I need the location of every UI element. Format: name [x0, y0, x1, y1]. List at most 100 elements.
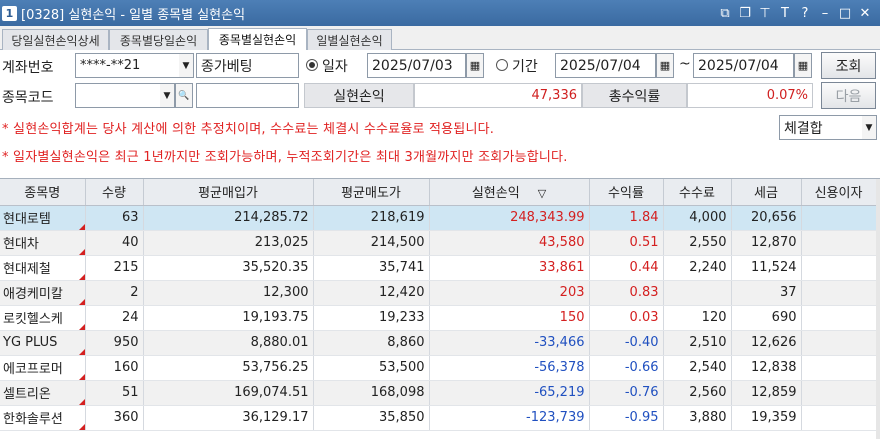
stock-search-button[interactable]: 🔍	[175, 83, 193, 108]
cell-credit-interest	[801, 255, 877, 281]
cell-avg-buy: 12,300	[143, 280, 314, 306]
cell-avg-sell: 168,098	[313, 380, 430, 406]
col-header-qty[interactable]: 수량	[85, 179, 144, 206]
table-row[interactable]: 현대로템 63 214,285.72 218,619 248,343.99 1.84 4,0…	[0, 205, 877, 231]
pin-icon[interactable]: ⊤	[758, 6, 772, 21]
period-from-input[interactable]: 2025/07/04	[555, 53, 656, 78]
table-row[interactable]: 애경케미칼 2 12,300 12,420 203 0.83 37	[0, 280, 877, 306]
account-number-input[interactable]: ****-**21	[75, 53, 180, 78]
period-to-input[interactable]: 2025/07/04	[693, 53, 794, 78]
cell-realized-pnl: -56,378	[429, 355, 590, 381]
sort-descending-icon[interactable]: ▽	[538, 187, 546, 200]
date-radio-label: 일자	[322, 59, 348, 75]
filter-dropdown-button[interactable]: ▼	[862, 115, 877, 140]
table-row[interactable]: 셀트리온 51 169,074.51 168,098 -65,219 -0.76 2,560…	[0, 380, 877, 406]
cell-qty: 63	[85, 205, 144, 231]
stock-name-text: 현대제철	[3, 262, 51, 277]
stock-name-text: 애경케미칼	[3, 287, 63, 302]
stock-name-text: 현대로템	[3, 212, 51, 227]
cell-return: -0.40	[589, 330, 664, 356]
cell-return: 1.84	[589, 205, 664, 231]
cell-credit-interest	[801, 205, 877, 231]
cell-tax: 12,838	[731, 355, 802, 381]
table-row[interactable]: 에코프로머 160 53,756.25 53,500 -56,378 -0.66 2,540…	[0, 355, 877, 381]
col-header-realized-pnl[interactable]: 실현손익 ▽	[429, 179, 590, 206]
period-radio-label: 기간	[512, 59, 538, 75]
next-button[interactable]: 다음	[821, 82, 876, 109]
cell-credit-interest	[801, 405, 877, 431]
table-row[interactable]: YG PLUS 950 8,880.01 8,860 -33,466 -0.40 2,510…	[0, 330, 877, 356]
note-marker-icon	[78, 248, 84, 254]
cell-avg-sell: 218,619	[313, 205, 430, 231]
stock-name-text: 한화솔루션	[3, 412, 63, 427]
window-number-badge: 1	[2, 5, 17, 21]
note-marker-icon	[78, 348, 84, 354]
date-calendar-button[interactable]: ▦	[466, 53, 484, 78]
cell-avg-buy: 8,880.01	[143, 330, 314, 356]
account-dropdown-button[interactable]: ▼	[179, 53, 194, 78]
cell-qty: 51	[85, 380, 144, 406]
cell-fee: 4,000	[663, 205, 732, 231]
cell-qty: 40	[85, 230, 144, 256]
col-header-name[interactable]: 종목명	[0, 179, 86, 206]
stock-code-input[interactable]	[75, 83, 161, 108]
cell-return: 0.44	[589, 255, 664, 281]
stock-name-field	[196, 83, 299, 108]
period-radio[interactable]	[496, 59, 508, 71]
cell-avg-sell: 35,741	[313, 255, 430, 281]
cell-return: 0.51	[589, 230, 664, 256]
col-header-tax[interactable]: 세금	[731, 179, 802, 206]
cell-return: -0.95	[589, 405, 664, 431]
cell-tax: 20,656	[731, 205, 802, 231]
cell-avg-buy: 53,756.25	[143, 355, 314, 381]
help-icon[interactable]: ?	[798, 6, 812, 21]
copy-icon[interactable]: ❐	[738, 6, 752, 21]
table-row[interactable]: 현대차 40 213,025 214,500 43,580 0.51 2,550 12,870	[0, 230, 877, 256]
restore-icon[interactable]: ⧉	[718, 6, 732, 21]
table-row[interactable]: 현대제철 215 35,520.35 35,741 33,861 0.44 2,240 11,…	[0, 255, 877, 281]
query-button[interactable]: 조회	[821, 52, 876, 79]
stock-name-text: 에코프로머	[3, 362, 63, 377]
period-separator: ~	[679, 56, 691, 72]
tab-daily-realized-detail[interactable]: 당일실현손익상세	[2, 29, 109, 50]
vertical-scrollbar[interactable]	[876, 179, 880, 439]
col-header-avg-sell[interactable]: 평균매도가	[313, 179, 430, 206]
cell-avg-sell: 35,850	[313, 405, 430, 431]
cell-credit-interest	[801, 230, 877, 256]
tab-stock-daily-pnl[interactable]: 종목별당일손익	[109, 29, 208, 50]
col-header-avg-buy[interactable]: 평균매입가	[143, 179, 314, 206]
account-name-field: 종가베팅	[196, 53, 299, 78]
cell-tax: 12,859	[731, 380, 802, 406]
col-header-return[interactable]: 수익률	[589, 179, 664, 206]
cell-avg-buy: 36,129.17	[143, 405, 314, 431]
title-bar: 1 [0328] 실현손익 - 일별 종목별 실현손익 ⧉ ❐ ⊤ T ? – …	[0, 0, 880, 26]
total-return-value: 0.07%	[687, 83, 813, 108]
cell-qty: 215	[85, 255, 144, 281]
cell-fee: 2,560	[663, 380, 732, 406]
col-header-credit-interest[interactable]: 신용이자	[801, 179, 877, 206]
period-from-calendar-button[interactable]: ▦	[656, 53, 674, 78]
cell-avg-buy: 35,520.35	[143, 255, 314, 281]
col-header-fee[interactable]: 수수료	[663, 179, 732, 206]
tab-stock-realized-pnl[interactable]: 종목별실현손익	[208, 28, 307, 50]
cell-avg-sell: 19,233	[313, 305, 430, 331]
window-title: [0328] 실현손익 - 일별 종목별 실현손익	[21, 7, 246, 23]
tab-daily-realized-pnl[interactable]: 일별실현손익	[307, 29, 392, 50]
close-icon[interactable]: ✕	[858, 6, 872, 21]
date-radio[interactable]	[306, 59, 318, 71]
font-icon[interactable]: T	[778, 6, 792, 21]
col-header-realized-pnl-label: 실현손익	[471, 186, 520, 202]
maximize-icon[interactable]: □	[838, 6, 852, 21]
cell-realized-pnl: 150	[429, 305, 590, 331]
cell-fee: 2,510	[663, 330, 732, 356]
cell-realized-pnl: 203	[429, 280, 590, 306]
period-to-calendar-button[interactable]: ▦	[794, 53, 812, 78]
cell-realized-pnl: 43,580	[429, 230, 590, 256]
stock-code-dropdown-button[interactable]: ▼	[160, 83, 175, 108]
table-row[interactable]: 로킷헬스케 24 19,193.75 19,233 150 0.03 120 690	[0, 305, 877, 331]
filter-select[interactable]: 체결합	[779, 115, 863, 140]
minimize-icon[interactable]: –	[818, 6, 832, 21]
cell-qty: 360	[85, 405, 144, 431]
table-row[interactable]: 한화솔루션 360 36,129.17 35,850 -123,739 -0.95 3,88…	[0, 405, 877, 431]
date-input[interactable]: 2025/07/03	[367, 53, 466, 78]
